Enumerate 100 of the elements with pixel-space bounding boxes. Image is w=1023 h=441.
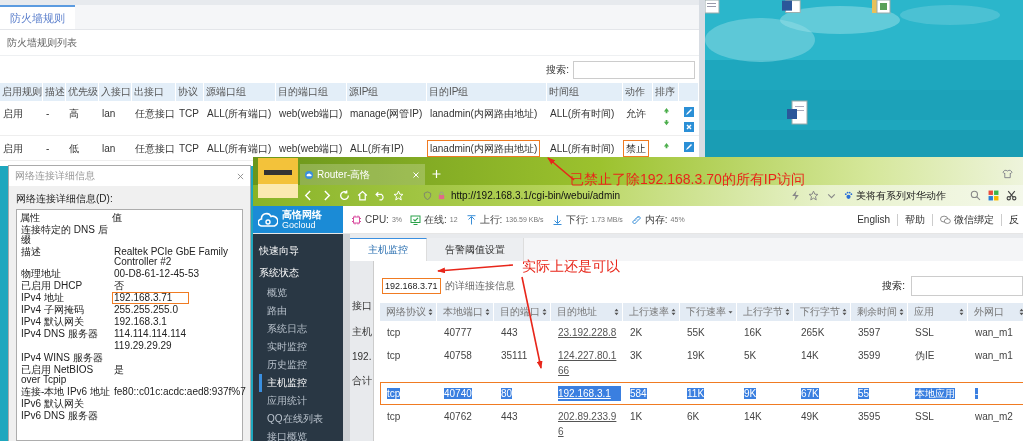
- table-cell: 584: [630, 388, 647, 399]
- property-name: IPv4 WINS 服务器: [20, 352, 104, 364]
- panel-text: 合计: [352, 374, 372, 388]
- column-header[interactable]: 下行速率: [680, 303, 737, 321]
- sidebar-item[interactable]: 系统日志: [259, 320, 343, 338]
- table-cell: 80: [501, 388, 513, 399]
- stat-label: 在线:: [424, 212, 447, 227]
- table-cell: 35111: [501, 350, 528, 361]
- sidebar-item[interactable]: 应用统计: [259, 392, 343, 410]
- table-cell: 本地应用: [915, 388, 955, 399]
- table-cell: 5K: [744, 350, 757, 361]
- tab[interactable]: 主机监控: [350, 238, 427, 261]
- table-cell: 55K: [687, 327, 705, 338]
- column-header: 源端口组: [204, 83, 276, 101]
- column-header[interactable]: 上行速率: [623, 303, 680, 321]
- property-name: 已启用 DHCP: [20, 280, 84, 292]
- table-cell: 3595: [858, 411, 881, 422]
- brand-name: 高恪网络: [282, 208, 322, 220]
- panel-text: 主机: [352, 325, 372, 339]
- property-value: Realtek PCIe GbE Family Controller #2: [113, 246, 229, 268]
- annotation-text: 已禁止了除192.168.3.70的所有IP访问: [570, 171, 805, 189]
- column-header[interactable]: 网络协议: [380, 303, 437, 321]
- property-value: 255.255.255.0: [113, 304, 179, 316]
- column-header: 时间组: [547, 83, 623, 101]
- column-header: 排序: [653, 83, 679, 101]
- column-header: 入接口: [99, 83, 132, 101]
- table-cell: 40777: [444, 327, 472, 338]
- table-row[interactable]: tcp 40758 35111 124.227.80.166 3K 19K 5K 14K 3599 伪IE wan_m1: [380, 344, 1023, 382]
- table-cell-text: 低: [68, 142, 80, 156]
- column-header[interactable]: 外网口: [968, 303, 1023, 321]
- table-cell: 9K: [744, 388, 757, 399]
- brand-logo[interactable]: 高恪网络 Gocloud: [253, 206, 343, 233]
- table-cell: 14K: [744, 411, 762, 422]
- sidebar-item[interactable]: 实时监控: [259, 338, 343, 356]
- stat-label: 下行:: [565, 212, 589, 227]
- column-header[interactable]: 上行字节: [737, 303, 794, 321]
- table-cell: 19K: [687, 350, 705, 361]
- property-name: IPv4 默认网关: [20, 316, 85, 328]
- sidebar-item[interactable]: 历史监控: [259, 356, 343, 374]
- address-link[interactable]: 124.227.80.166: [558, 348, 621, 378]
- dialog-title-ip: 192.168.3.71: [382, 278, 441, 294]
- sidebar-section[interactable]: 快速向导: [259, 240, 343, 262]
- property-value: 否: [113, 280, 125, 292]
- table-cell-text: lan: [101, 107, 117, 121]
- table-cell-text: web(web端口): [278, 107, 344, 121]
- address-link[interactable]: 23.192.228.8: [558, 325, 621, 340]
- table-cell: 443: [501, 327, 518, 338]
- table-cell-text: 启用: [2, 107, 24, 121]
- header-link[interactable]: 反: [1009, 212, 1019, 227]
- table-row[interactable]: tcp 40740 80 192.168.3.1 584 11K 9K 67K 55 本地应用 -: [380, 382, 1023, 405]
- table-cell: 67K: [801, 388, 819, 399]
- table-row[interactable]: tcp 40777 443 23.192.228.8 2K 55K 16K 265K 3597 SSL wan_m1: [380, 321, 1023, 344]
- table-cell: 1K: [630, 411, 643, 422]
- sidebar-item[interactable]: QQ在线列表: [259, 410, 343, 428]
- list-label: 网络连接详细信息(D):: [15, 192, 114, 206]
- table-cell: 3599: [858, 350, 881, 361]
- table-cell: 49K: [801, 411, 819, 422]
- address-link[interactable]: 192.168.3.1: [558, 386, 621, 401]
- bookmark-link[interactable]: 美将有系列对华动作: [844, 188, 946, 203]
- tab[interactable]: 防火墙规则: [0, 5, 75, 29]
- column-header[interactable]: 应用: [908, 303, 968, 321]
- table-cell: 265K: [801, 327, 825, 338]
- table-cell-text: -: [45, 107, 51, 121]
- table-cell-text: ALL(所有端口): [206, 107, 273, 121]
- table-cell: SSL: [915, 411, 934, 422]
- table-cell: 55: [858, 388, 870, 399]
- sidebar-section[interactable]: 系统状态: [259, 262, 343, 284]
- table-cell: SSL: [915, 327, 934, 338]
- address-link[interactable]: 202.89.233.96: [558, 409, 621, 439]
- table-cell: 40740: [444, 388, 472, 399]
- header-link[interactable]: 微信绑定: [940, 212, 994, 227]
- panel-text: 接口: [352, 299, 372, 313]
- column-header[interactable]: 剩余时间: [851, 303, 908, 321]
- table-row[interactable]: tcp 40762 443 202.89.233.96 1K 6K 14K 49K 3595 SSL wan_m2: [380, 405, 1023, 441]
- property-name: 描述: [20, 246, 42, 258]
- header-link[interactable]: 帮助: [905, 212, 925, 227]
- sidebar-item[interactable]: 概览: [259, 284, 343, 302]
- table-cell: 3K: [630, 350, 643, 361]
- table-cell: tcp: [387, 350, 401, 361]
- search-label: 搜索:: [546, 62, 569, 77]
- property-name: 物理地址: [20, 268, 62, 280]
- column-header: 动作: [623, 83, 653, 101]
- column-header: 目的端口组: [276, 83, 347, 101]
- column-header: 源IP组: [347, 83, 427, 101]
- table-cell-text: 启用: [2, 142, 24, 156]
- column-header[interactable]: 目的地址: [551, 303, 623, 321]
- dialog-title: 网络连接详细信息: [15, 169, 95, 183]
- sidebar-item[interactable]: 接口概览: [259, 428, 343, 441]
- table-cell: wan_m1: [975, 327, 1013, 338]
- column-header[interactable]: 本地端口: [437, 303, 494, 321]
- column-header[interactable]: 下行字节: [794, 303, 851, 321]
- property-value: 是: [113, 364, 125, 376]
- column-header: 出接口: [132, 83, 176, 101]
- address-field[interactable]: http://192.168.3.1/cgi-bin/webui/admin: [423, 187, 783, 204]
- tab[interactable]: 告警阈值设置: [427, 238, 524, 261]
- property-name: 连接特定的 DNS 后缀: [20, 224, 109, 246]
- header-link[interactable]: English: [857, 214, 890, 225]
- sidebar-item[interactable]: 路由: [259, 302, 343, 320]
- table-cell: 禁止: [623, 140, 649, 157]
- brand-subtitle: Gocloud: [282, 219, 316, 231]
